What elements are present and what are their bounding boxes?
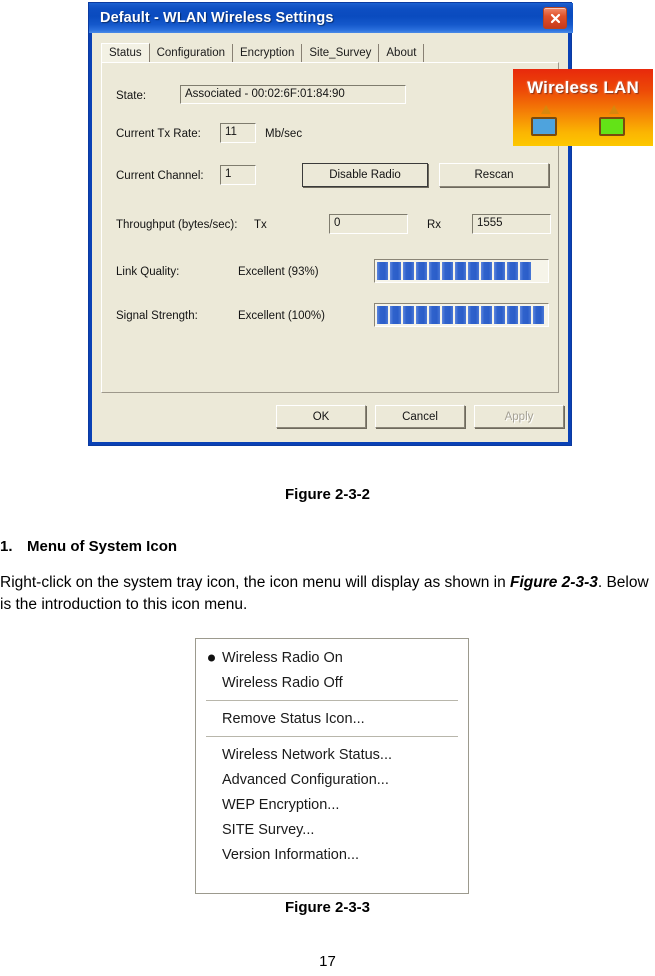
menu-item-label: SITE Survey... — [222, 821, 315, 838]
figure-caption-2-3-3: Figure 2-3-3 — [284, 899, 371, 916]
page-number: 17 — [319, 953, 336, 970]
menu-item-version-information[interactable]: Version Information... — [196, 842, 468, 867]
menu-item-wep-encryption[interactable]: WEP Encryption... — [196, 792, 468, 817]
wireless-lan-logo: Wireless LAN — [513, 69, 653, 146]
wireless-lan-logo-text: Wireless LAN — [527, 78, 639, 97]
body-paragraph: Right-click on the system tray icon, the… — [0, 572, 655, 616]
paragraph-figure-reference: Figure 2-3-3 — [510, 574, 598, 591]
menu-separator-2 — [206, 736, 458, 737]
menu-item-label: WEP Encryption... — [222, 796, 340, 813]
meter-segment — [403, 262, 414, 280]
signal-strength-value: Excellent (100%) — [238, 310, 325, 322]
link-quality-label: Link Quality: — [116, 266, 180, 278]
menu-item-label: Wireless Radio On — [222, 649, 343, 666]
menu-separator-1 — [206, 700, 458, 701]
tab-status[interactable]: Status — [101, 43, 150, 64]
tab-about[interactable]: About — [379, 44, 425, 63]
meter-segment — [520, 262, 531, 280]
menu-item-wireless-radio-off[interactable]: Wireless Radio Off — [196, 670, 468, 695]
menu-item-label: Wireless Network Status... — [222, 746, 393, 763]
channel-label: Current Channel: — [116, 170, 204, 182]
meter-segment — [416, 262, 427, 280]
state-label: State: — [116, 90, 147, 102]
meter-segment — [533, 306, 544, 324]
computer-left-icon — [531, 117, 557, 136]
meter-segment — [390, 262, 401, 280]
paragraph-text-part1: Right-click on the system tray icon, the… — [0, 574, 510, 591]
signal-arrow-left-icon — [541, 105, 551, 114]
meter-segment — [507, 262, 518, 280]
menu-group-tools: Wireless Network Status... Advanced Conf… — [196, 742, 468, 867]
section-number: 1. — [0, 538, 13, 555]
meter-segment — [494, 306, 505, 324]
signal-arrow-right-icon — [609, 105, 619, 114]
dialog-titlebar[interactable]: Default - WLAN Wireless Settings — [89, 3, 573, 33]
radio-selected-icon — [208, 654, 215, 661]
tab-configuration[interactable]: Configuration — [150, 44, 234, 63]
menu-item-wireless-radio-on[interactable]: Wireless Radio On — [196, 645, 468, 670]
page-title: Menu of System Icon — [27, 538, 178, 555]
menu-item-remove-status-icon[interactable]: Remove Status Icon... — [196, 706, 468, 731]
ok-button[interactable]: OK — [276, 405, 366, 428]
figure-caption-2-3-2: Figure 2-3-2 — [284, 486, 371, 503]
tab-site-survey[interactable]: Site_Survey — [302, 44, 380, 63]
menu-group-status-icon: Remove Status Icon... — [196, 706, 468, 731]
meter-segment — [507, 306, 518, 324]
menu-item-advanced-configuration[interactable]: Advanced Configuration... — [196, 767, 468, 792]
rx-label: Rx — [427, 219, 442, 231]
tx-rate-unit: Mb/sec — [265, 128, 303, 140]
close-icon[interactable] — [543, 7, 567, 29]
meter-segment — [455, 306, 466, 324]
meter-segment — [390, 306, 401, 324]
system-tray-icon-menu: Wireless Radio On Wireless Radio Off Rem… — [195, 638, 469, 894]
rx-value: 1555 — [472, 214, 551, 234]
meter-segment — [455, 262, 466, 280]
menu-item-label: Wireless Radio Off — [222, 674, 343, 691]
meter-segment — [377, 262, 388, 280]
state-value: Associated - 00:02:6F:01:84:90 — [180, 85, 406, 104]
meter-segment — [416, 306, 427, 324]
meter-segment — [481, 306, 492, 324]
tx-rate-value: 11 — [220, 123, 256, 143]
menu-item-label: Version Information... — [222, 846, 360, 863]
apply-button: Apply — [474, 405, 564, 428]
menu-group-radio: Wireless Radio On Wireless Radio Off — [196, 645, 468, 695]
meter-segment — [468, 262, 479, 280]
tx-rate-label: Current Tx Rate: — [116, 128, 201, 140]
tx-value: 0 — [329, 214, 408, 234]
tab-strip: Status Configuration Encryption Site_Sur… — [101, 42, 559, 64]
signal-strength-meter — [374, 303, 549, 327]
cancel-button[interactable]: Cancel — [375, 405, 465, 428]
link-quality-value: Excellent (93%) — [238, 266, 319, 278]
menu-item-label: Remove Status Icon... — [222, 710, 365, 727]
status-tab-panel: State: Associated - 00:02:6F:01:84:90 Cu… — [101, 62, 559, 393]
channel-value: 1 — [220, 165, 256, 185]
menu-item-wireless-network-status[interactable]: Wireless Network Status... — [196, 742, 468, 767]
meter-segment — [468, 306, 479, 324]
disable-radio-button[interactable]: Disable Radio — [302, 163, 428, 187]
computer-right-icon — [599, 117, 625, 136]
rescan-button[interactable]: Rescan — [439, 163, 549, 187]
link-quality-meter — [374, 259, 549, 283]
meter-segment — [403, 306, 414, 324]
meter-segment — [481, 262, 492, 280]
dialog-title: Default - WLAN Wireless Settings — [100, 10, 334, 26]
tab-encryption[interactable]: Encryption — [233, 44, 303, 63]
meter-segment — [520, 306, 531, 324]
menu-item-label: Advanced Configuration... — [222, 771, 389, 788]
throughput-label: Throughput (bytes/sec): — [116, 219, 238, 231]
meter-segment — [377, 306, 388, 324]
dialog-body: Default - WLAN Wireless Settings Status … — [89, 3, 573, 442]
signal-strength-label: Signal Strength: — [116, 310, 198, 322]
meter-segment — [494, 262, 505, 280]
menu-item-site-survey[interactable]: SITE Survey... — [196, 817, 468, 842]
meter-segment — [442, 262, 453, 280]
tx-label: Tx — [254, 219, 267, 231]
meter-segment — [442, 306, 453, 324]
meter-segment — [429, 306, 440, 324]
wlan-wireless-settings-dialog: Default - WLAN Wireless Settings Status … — [88, 2, 653, 446]
meter-segment — [429, 262, 440, 280]
